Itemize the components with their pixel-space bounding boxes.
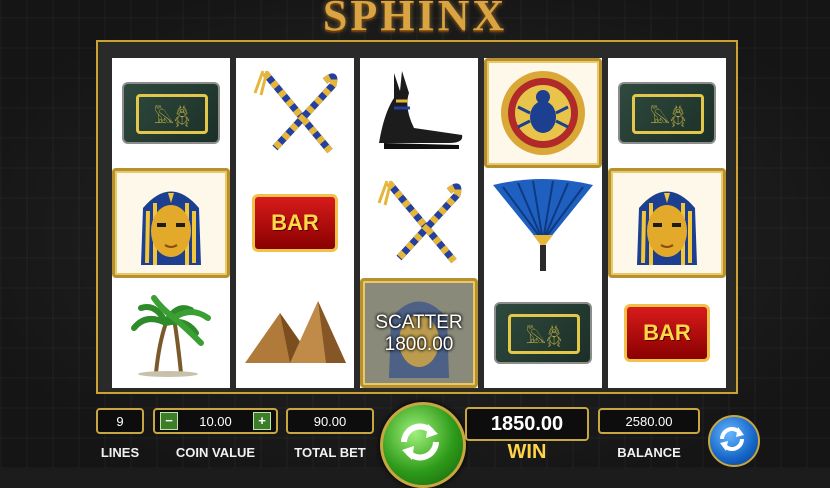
game-title: SPHINX bbox=[322, 0, 508, 40]
coin-value-control: − 10.00 + bbox=[153, 408, 278, 434]
symbol-hieroglyph-tablet: 𓅓𓆣 bbox=[608, 58, 726, 168]
balance-display: 2580.00 bbox=[598, 408, 700, 434]
symbol-hieroglyph-tablet: 𓅓𓆣 bbox=[112, 58, 230, 168]
symbol-anubis bbox=[360, 58, 478, 168]
reels-frame: 𓅓𓆣 BAR SCATTER 1800.00 𓅓𓆣 𓅓𓆣 BAR bbox=[96, 40, 738, 394]
scatter-pharaoh-icon bbox=[389, 301, 449, 378]
autoplay-icon bbox=[720, 427, 744, 451]
total-bet-label: TOTAL BET bbox=[294, 445, 366, 460]
coin-value-display: 10.00 bbox=[199, 413, 232, 429]
symbol-bar: BAR bbox=[608, 278, 726, 388]
symbol-palm-trees bbox=[112, 278, 230, 388]
reel-5: 𓅓𓆣 BAR bbox=[608, 58, 726, 388]
symbol-scarab-medallion bbox=[484, 58, 602, 168]
crook-and-flail-icon bbox=[377, 180, 462, 264]
spin-arrows-icon bbox=[401, 423, 439, 461]
balance-label: BALANCE bbox=[617, 445, 681, 460]
palm-trees-icon bbox=[131, 295, 211, 377]
coin-decrease-button[interactable]: − bbox=[160, 412, 178, 430]
bar-icon: BAR bbox=[624, 304, 710, 362]
spin-button[interactable] bbox=[380, 402, 466, 488]
bar-icon: BAR bbox=[252, 194, 338, 252]
scatter-label: SCATTER bbox=[375, 312, 463, 333]
coin-value-label: COIN VALUE bbox=[175, 445, 256, 460]
symbol-scatter-pharaoh: SCATTER 1800.00 bbox=[360, 278, 478, 388]
anubis-icon bbox=[379, 71, 463, 149]
scatter-amount: 1800.00 bbox=[384, 334, 454, 355]
reel-1: 𓅓𓆣 bbox=[112, 58, 230, 388]
symbol-bar: BAR bbox=[236, 168, 354, 278]
total-bet-display: 90.00 bbox=[286, 408, 374, 434]
crook-and-flail-icon bbox=[253, 70, 338, 154]
hieroglyph-tablet-icon: 𓅓𓆣 bbox=[122, 82, 220, 144]
lines-display: 9 bbox=[96, 408, 144, 434]
pyramids-icon bbox=[245, 301, 346, 363]
symbol-pyramids bbox=[236, 278, 354, 388]
win-label: WIN bbox=[507, 441, 547, 463]
reel-2: BAR bbox=[236, 58, 354, 388]
lines-label: LINES bbox=[100, 445, 140, 460]
symbol-pharaoh-mask bbox=[608, 168, 726, 278]
autoplay-button[interactable] bbox=[708, 415, 760, 467]
symbol-blue-fan bbox=[484, 168, 602, 278]
pharaoh-mask-icon bbox=[637, 191, 697, 265]
hieroglyph-tablet-icon: 𓅓𓆣 bbox=[494, 302, 592, 364]
pharaoh-mask-icon bbox=[141, 191, 201, 265]
symbol-hieroglyph-tablet: 𓅓𓆣 bbox=[484, 278, 602, 388]
symbol-pharaoh-mask bbox=[112, 168, 230, 278]
win-display: 1850.00 bbox=[465, 407, 589, 441]
symbol-crook-and-flail bbox=[236, 58, 354, 168]
reel-4: 𓅓𓆣 bbox=[484, 58, 602, 388]
hieroglyph-tablet-icon: 𓅓𓆣 bbox=[618, 82, 716, 144]
symbol-crook-and-flail bbox=[360, 168, 478, 278]
reel-3: SCATTER 1800.00 bbox=[360, 58, 478, 388]
scarab-medallion-icon bbox=[501, 71, 585, 155]
coin-increase-button[interactable]: + bbox=[252, 412, 271, 430]
blue-fan-icon bbox=[493, 179, 593, 271]
